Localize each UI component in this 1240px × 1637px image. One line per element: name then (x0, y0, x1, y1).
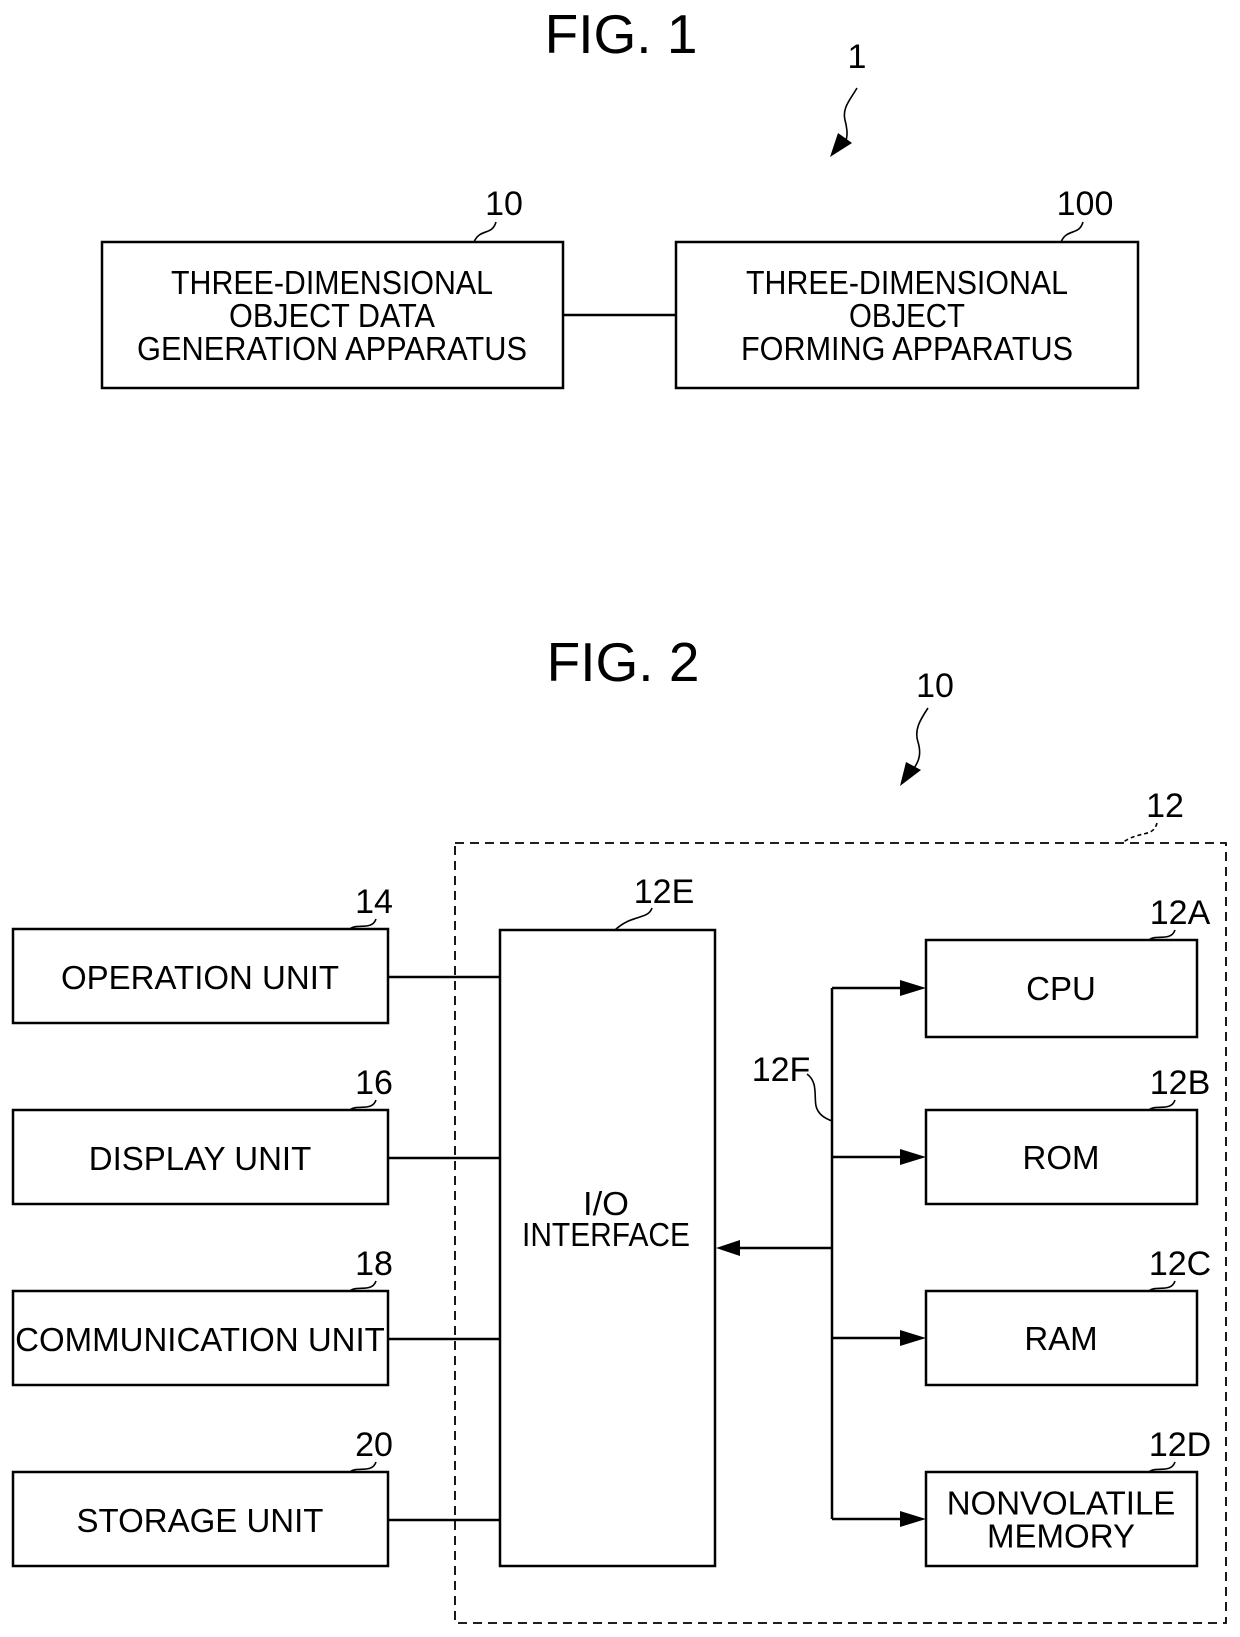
component-ref: 12A (1150, 894, 1211, 932)
patent-figure-canvas: FIG. 1 1 THREE-DIMENSIONAL OBJECT DATA G… (11, 3, 1227, 1624)
block-100-line-1: THREE-DIMENSIONAL (746, 264, 1068, 301)
block-10-line-2: OBJECT DATA (229, 297, 435, 334)
component-ref: 12D (1149, 1426, 1211, 1464)
arrowhead-icon (716, 1240, 740, 1256)
controller-leader (1121, 822, 1158, 844)
unit-14: OPERATION UNIT 14 (11, 883, 500, 1025)
block-100-leader (1060, 221, 1084, 243)
fig1-title: FIG. 1 (545, 3, 698, 65)
unit-label: COMMUNICATION UNIT (15, 1321, 385, 1358)
controller-ref: 12 (1146, 787, 1184, 825)
apparatus-reference: 10 (900, 667, 954, 786)
system-reference: 1 (830, 38, 866, 157)
io-interface-block: I/O INTERFACE 12E (498, 873, 717, 1568)
block-100-ref: 100 (1057, 185, 1114, 223)
arrowhead-icon (900, 980, 926, 996)
unit-16: DISPLAY UNIT 16 (11, 1064, 500, 1206)
block-100-line-2: OBJECT (849, 297, 965, 334)
apparatus-ref-squiggle (913, 707, 929, 769)
block-10-line-3: GENERATION APPARATUS (137, 330, 527, 367)
unit-label: DISPLAY UNIT (89, 1140, 312, 1177)
bus-leader (806, 1073, 833, 1122)
unit-20: STORAGE UNIT 20 (11, 1426, 500, 1568)
component-ref: 12B (1150, 1064, 1211, 1102)
block-10-line-1: THREE-DIMENSIONAL (171, 264, 493, 301)
block-100-line-3: FORMING APPARATUS (741, 330, 1073, 367)
io-interface-leader (614, 907, 653, 931)
io-interface-ref: 12E (634, 873, 695, 911)
arrowhead-icon (830, 133, 852, 157)
fig2: FIG. 2 10 12 I/O INTERFACE 12E OPERATION… (11, 631, 1227, 1624)
fig2-title: FIG. 2 (547, 631, 700, 693)
arrowhead-icon (900, 1330, 926, 1346)
component-12B: ROM 12B (832, 1064, 1211, 1206)
bus-12F: 12F (716, 988, 834, 1519)
unit-label: STORAGE UNIT (77, 1502, 324, 1539)
block-forming-apparatus: THREE-DIMENSIONAL OBJECT FORMING APPARAT… (674, 185, 1140, 390)
apparatus-ref-label: 10 (916, 667, 954, 705)
system-ref-label: 1 (848, 38, 867, 76)
component-label: MEMORY (987, 1518, 1135, 1555)
right-units: CPU 12A ROM 12B RAM 12C NONVOLATILEMEMORY 12D (832, 894, 1211, 1568)
block-data-generation-apparatus: THREE-DIMENSIONAL OBJECT DATA GENERATION… (100, 185, 565, 390)
component-label: RAM (1024, 1320, 1097, 1357)
component-12D: NONVOLATILEMEMORY 12D (832, 1426, 1211, 1568)
component-12C: RAM 12C (832, 1245, 1211, 1387)
io-interface-line-2: INTERFACE (522, 1216, 690, 1253)
unit-18: COMMUNICATION UNIT 18 (11, 1245, 500, 1387)
fig1: FIG. 1 1 THREE-DIMENSIONAL OBJECT DATA G… (100, 3, 1140, 390)
component-label: CPU (1026, 970, 1096, 1007)
component-label: ROM (1023, 1139, 1100, 1176)
unit-ref: 16 (355, 1064, 393, 1102)
component-ref: 12C (1149, 1245, 1211, 1283)
arrowhead-icon (900, 1511, 926, 1527)
unit-ref: 14 (355, 883, 393, 921)
block-10-leader (473, 221, 497, 243)
left-units: OPERATION UNIT 14 DISPLAY UNIT 16 COMMUNICAT… (11, 883, 500, 1568)
arrowhead-icon (900, 762, 921, 786)
component-label: NONVOLATILE (947, 1485, 1176, 1522)
bus-ref: 12F (752, 1051, 811, 1089)
component-12A: CPU 12A (832, 894, 1211, 1039)
block-10-ref: 10 (485, 185, 523, 223)
arrowhead-icon (900, 1149, 926, 1165)
unit-label: OPERATION UNIT (61, 959, 339, 996)
unit-ref: 20 (355, 1426, 393, 1464)
unit-ref: 18 (355, 1245, 393, 1283)
